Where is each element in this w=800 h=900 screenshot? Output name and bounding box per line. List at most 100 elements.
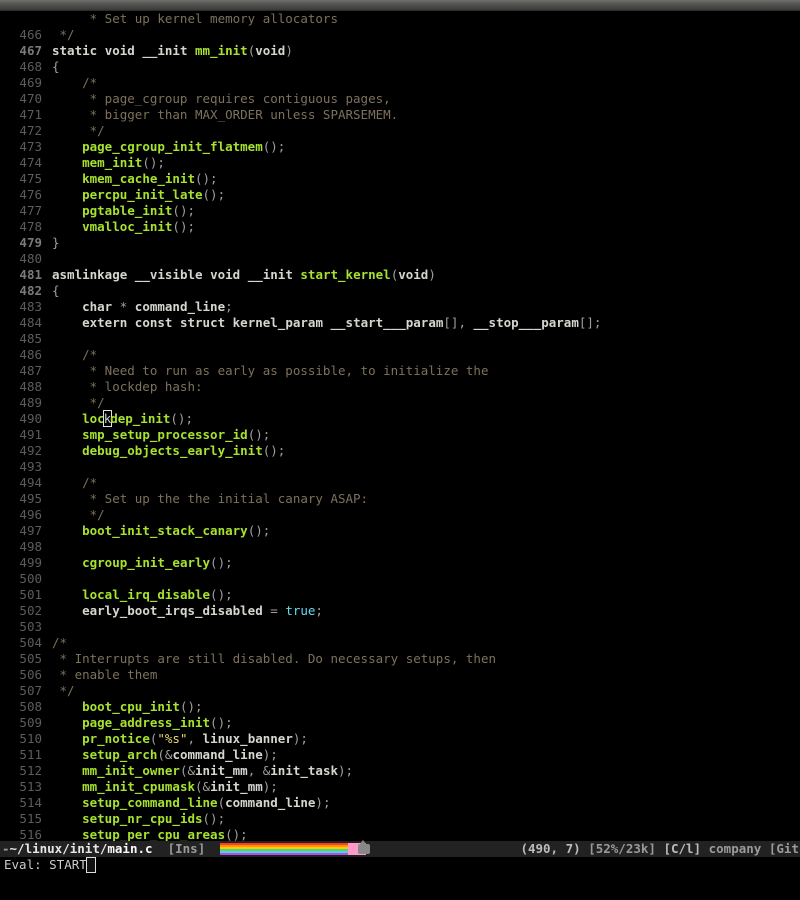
code-line[interactable]: 466 */: [0, 27, 800, 43]
code-line[interactable]: 498: [0, 539, 800, 555]
code-content[interactable]: [52, 459, 800, 475]
code-content[interactable]: local_irq_disable();: [52, 587, 800, 603]
code-content[interactable]: boot_init_stack_canary();: [52, 523, 800, 539]
code-line[interactable]: * Set up kernel memory allocators: [0, 11, 800, 27]
code-line[interactable]: 469 /*: [0, 75, 800, 91]
code-content[interactable]: smp_setup_processor_id();: [52, 427, 800, 443]
code-content[interactable]: */: [52, 123, 800, 139]
code-content[interactable]: mm_init_cpumask(&init_mm);: [52, 779, 800, 795]
code-line[interactable]: 502 early_boot_irqs_disabled = true;: [0, 603, 800, 619]
code-line[interactable]: 471 * bigger than MAX_ORDER unless SPARS…: [0, 107, 800, 123]
code-line[interactable]: 470 * page_cgroup requires contiguous pa…: [0, 91, 800, 107]
code-line[interactable]: 510 pr_notice("%s", linux_banner);: [0, 731, 800, 747]
code-line[interactable]: 474 mem_init();: [0, 155, 800, 171]
code-line[interactable]: 480: [0, 251, 800, 267]
code-line[interactable]: 508 boot_cpu_init();: [0, 699, 800, 715]
code-content[interactable]: setup_arch(&command_line);: [52, 747, 800, 763]
code-line[interactable]: 514 setup_command_line(command_line);: [0, 795, 800, 811]
code-content[interactable]: * page_cgroup requires contiguous pages,: [52, 91, 800, 107]
code-content[interactable]: page_cgroup_init_flatmem();: [52, 139, 800, 155]
code-line[interactable]: 513 mm_init_cpumask(&init_mm);: [0, 779, 800, 795]
code-content[interactable]: page_address_init();: [52, 715, 800, 731]
code-content[interactable]: * bigger than MAX_ORDER unless SPARSEMEM…: [52, 107, 800, 123]
code-line[interactable]: 473 page_cgroup_init_flatmem();: [0, 139, 800, 155]
code-content[interactable]: */: [52, 395, 800, 411]
code-content[interactable]: [52, 539, 800, 555]
code-content[interactable]: */: [52, 27, 800, 43]
code-line[interactable]: 486 /*: [0, 347, 800, 363]
code-line[interactable]: 495 * Set up the the initial canary ASAP…: [0, 491, 800, 507]
code-line[interactable]: 491 smp_setup_processor_id();: [0, 427, 800, 443]
code-line[interactable]: 501 local_irq_disable();: [0, 587, 800, 603]
code-line[interactable]: 493: [0, 459, 800, 475]
code-line[interactable]: 479}: [0, 235, 800, 251]
code-line[interactable]: 485: [0, 331, 800, 347]
code-content[interactable]: early_boot_irqs_disabled = true;: [52, 603, 800, 619]
code-content[interactable]: * Need to run as early as possible, to i…: [52, 363, 800, 379]
code-line[interactable]: 492 debug_objects_early_init();: [0, 443, 800, 459]
code-line[interactable]: 497 boot_init_stack_canary();: [0, 523, 800, 539]
code-line[interactable]: 478 vmalloc_init();: [0, 219, 800, 235]
code-line[interactable]: 467static void __init mm_init(void): [0, 43, 800, 59]
code-content[interactable]: /*: [52, 635, 800, 651]
code-content[interactable]: * lockdep hash:: [52, 379, 800, 395]
code-line[interactable]: 496 */: [0, 507, 800, 523]
code-line[interactable]: 503: [0, 619, 800, 635]
code-line[interactable]: 487 * Need to run as early as possible, …: [0, 363, 800, 379]
code-line[interactable]: 468{: [0, 59, 800, 75]
code-content[interactable]: pr_notice("%s", linux_banner);: [52, 731, 800, 747]
code-content[interactable]: cgroup_init_early();: [52, 555, 800, 571]
code-content[interactable]: char * command_line;: [52, 299, 800, 315]
code-content[interactable]: percpu_init_late();: [52, 187, 800, 203]
code-content[interactable]: * enable them: [52, 667, 800, 683]
minibuffer-input[interactable]: START: [49, 857, 87, 873]
code-content[interactable]: setup_command_line(command_line);: [52, 795, 800, 811]
code-content[interactable]: lockdep_init();: [52, 411, 800, 427]
code-content[interactable]: */: [52, 683, 800, 699]
code-content[interactable]: debug_objects_early_init();: [52, 443, 800, 459]
code-line[interactable]: 512 mm_init_owner(&init_mm, &init_task);: [0, 763, 800, 779]
code-line[interactable]: 500: [0, 571, 800, 587]
code-content[interactable]: */: [52, 507, 800, 523]
code-line[interactable]: 488 * lockdep hash:: [0, 379, 800, 395]
code-content[interactable]: extern const struct kernel_param __start…: [52, 315, 800, 331]
code-content[interactable]: }: [52, 235, 800, 251]
code-content[interactable]: /*: [52, 347, 800, 363]
code-line[interactable]: 511 setup_arch(&command_line);: [0, 747, 800, 763]
code-content[interactable]: static void __init mm_init(void): [52, 43, 800, 59]
code-content[interactable]: * Set up kernel memory allocators: [52, 11, 800, 27]
code-line[interactable]: 484 extern const struct kernel_param __s…: [0, 315, 800, 331]
code-content[interactable]: /*: [52, 475, 800, 491]
code-line[interactable]: 504/*: [0, 635, 800, 651]
code-editor[interactable]: * Set up kernel memory allocators466 */4…: [0, 11, 800, 873]
code-content[interactable]: [52, 331, 800, 347]
code-line[interactable]: 477 pgtable_init();: [0, 203, 800, 219]
code-line[interactable]: 483 char * command_line;: [0, 299, 800, 315]
code-content[interactable]: [52, 251, 800, 267]
code-content[interactable]: /*: [52, 75, 800, 91]
code-line[interactable]: 499 cgroup_init_early();: [0, 555, 800, 571]
code-line[interactable]: 476 percpu_init_late();: [0, 187, 800, 203]
code-line[interactable]: 489 */: [0, 395, 800, 411]
code-line[interactable]: 509 page_address_init();: [0, 715, 800, 731]
code-content[interactable]: mm_init_owner(&init_mm, &init_task);: [52, 763, 800, 779]
code-content[interactable]: * Interrupts are still disabled. Do nece…: [52, 651, 800, 667]
minibuffer[interactable]: Eval: START: [0, 857, 800, 873]
code-content[interactable]: kmem_cache_init();: [52, 171, 800, 187]
code-content[interactable]: vmalloc_init();: [52, 219, 800, 235]
code-content[interactable]: [52, 571, 800, 587]
code-content[interactable]: * Set up the the initial canary ASAP:: [52, 491, 800, 507]
code-content[interactable]: asmlinkage __visible void __init start_k…: [52, 267, 800, 283]
code-content[interactable]: pgtable_init();: [52, 203, 800, 219]
code-line[interactable]: 505 * Interrupts are still disabled. Do …: [0, 651, 800, 667]
code-content[interactable]: mem_init();: [52, 155, 800, 171]
code-content[interactable]: {: [52, 283, 800, 299]
code-line[interactable]: 490 lockdep_init();: [0, 411, 800, 427]
window-titlebar[interactable]: [0, 0, 800, 11]
code-line[interactable]: 494 /*: [0, 475, 800, 491]
code-line[interactable]: 481asmlinkage __visible void __init star…: [0, 267, 800, 283]
code-line[interactable]: 475 kmem_cache_init();: [0, 171, 800, 187]
code-line[interactable]: 472 */: [0, 123, 800, 139]
code-content[interactable]: [52, 619, 800, 635]
code-content[interactable]: {: [52, 59, 800, 75]
